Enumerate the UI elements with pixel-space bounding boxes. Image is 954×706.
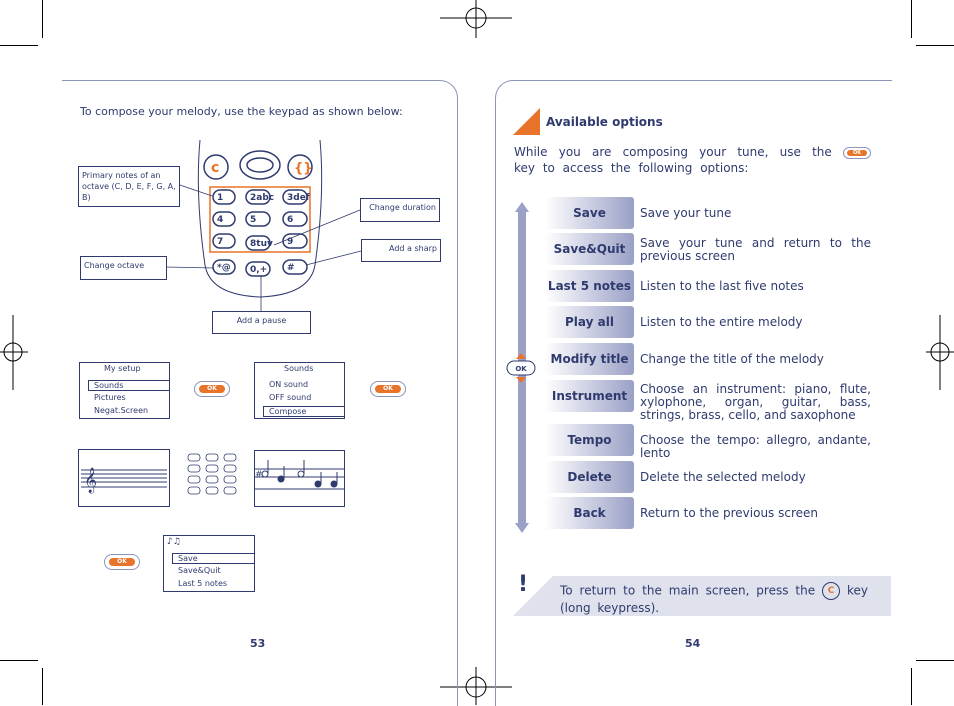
- option-description: Save your tune and return to the previou…: [640, 236, 871, 263]
- screen-title: Sounds: [284, 364, 314, 373]
- option-description: Delete the selected melody: [640, 470, 806, 484]
- option-description: Choose an instrument: piano, flute, xylo…: [640, 382, 871, 422]
- crop-mark: [911, 0, 912, 38]
- menu-item-selected[interactable]: Save: [172, 553, 254, 564]
- section-heading: Available options: [546, 115, 663, 129]
- option-delete[interactable]: Delete: [545, 461, 634, 493]
- navigation-ok-key[interactable]: OK: [505, 352, 537, 384]
- option-instrument[interactable]: Instrument: [545, 380, 634, 412]
- svg-text:OK: OK: [515, 365, 527, 373]
- menu-item-selected[interactable]: Compose: [263, 406, 344, 417]
- notes-staff-screen: #: [254, 450, 345, 507]
- menu-item[interactable]: Negat.Screen: [94, 406, 148, 415]
- menu-item[interactable]: Last 5 notes: [178, 579, 227, 588]
- callout-change-octave: Change octave: [80, 256, 167, 280]
- crop-mark: [916, 45, 954, 46]
- callout-add-sharp: Add a sharp: [361, 239, 441, 262]
- screen-compose-options: ♪♫ Save Save&Quit Last 5 notes: [163, 535, 255, 592]
- mini-keypad-icon: [187, 453, 237, 495]
- page-number: 53: [250, 637, 266, 650]
- warning-mark: !: [518, 572, 529, 597]
- option-description: Listen to the entire melody: [640, 315, 803, 329]
- option-modify-title[interactable]: Modify title: [545, 343, 634, 375]
- option-save-quit[interactable]: Save&Quit: [545, 233, 634, 265]
- ok-key[interactable]: OK: [194, 381, 230, 397]
- callout-change-duration: Change duration: [360, 198, 440, 222]
- option-description: Listen to the last five notes: [640, 279, 804, 293]
- screen-sounds: Sounds ON sound OFF sound Compose: [254, 362, 345, 419]
- option-description: Change the title of the melody: [640, 352, 824, 366]
- option-save[interactable]: Save: [545, 197, 634, 229]
- melody-icon: ♪♫: [167, 537, 181, 547]
- crop-mark: [911, 668, 912, 705]
- menu-item[interactable]: Save&Quit: [178, 566, 221, 575]
- page-number: 54: [685, 637, 701, 650]
- ok-key[interactable]: OK: [370, 381, 406, 397]
- ok-key[interactable]: OK: [104, 554, 140, 570]
- option-last-5-notes[interactable]: Last 5 notes: [545, 270, 634, 302]
- option-description: Return to the previous screen: [640, 506, 819, 520]
- callout-primary-notes: Primary notes of an octave (C, D, E, F, …: [78, 166, 180, 207]
- menu-item[interactable]: Pictures: [94, 393, 126, 402]
- option-description: Choose the tempo: allegro, andante, lent…: [640, 433, 871, 460]
- callout-lines: [165, 184, 362, 311]
- menu-item-selected[interactable]: Sounds: [88, 380, 169, 391]
- option-tempo[interactable]: Tempo: [545, 424, 634, 456]
- options-intro: While you are composing your tune, use t…: [514, 144, 871, 176]
- screen-title: My setup: [104, 364, 141, 373]
- screen-my-setup: My setup Sounds Pictures Negat.Screen: [79, 362, 170, 419]
- option-description: Save your tune: [640, 206, 732, 220]
- c-key-icon: C: [822, 582, 841, 600]
- svg-text:#: #: [255, 470, 263, 480]
- option-play-all[interactable]: Play all: [545, 306, 634, 338]
- callout-add-pause: Add a pause: [212, 311, 311, 334]
- menu-item[interactable]: OFF sound: [269, 393, 311, 402]
- crop-mark: [0, 660, 38, 661]
- option-back[interactable]: Back: [545, 497, 634, 529]
- registration-mark: [926, 315, 954, 390]
- ok-key-icon: OK: [843, 146, 871, 159]
- empty-staff-screen: 𝄞: [78, 449, 170, 507]
- section-triangle-icon: [513, 108, 540, 135]
- note-text: To return to the main screen, press the …: [560, 582, 868, 615]
- crop-mark: [42, 668, 43, 705]
- crop-mark: [916, 660, 954, 661]
- svg-text:𝄞: 𝄞: [84, 467, 97, 493]
- menu-item[interactable]: ON sound: [269, 380, 308, 389]
